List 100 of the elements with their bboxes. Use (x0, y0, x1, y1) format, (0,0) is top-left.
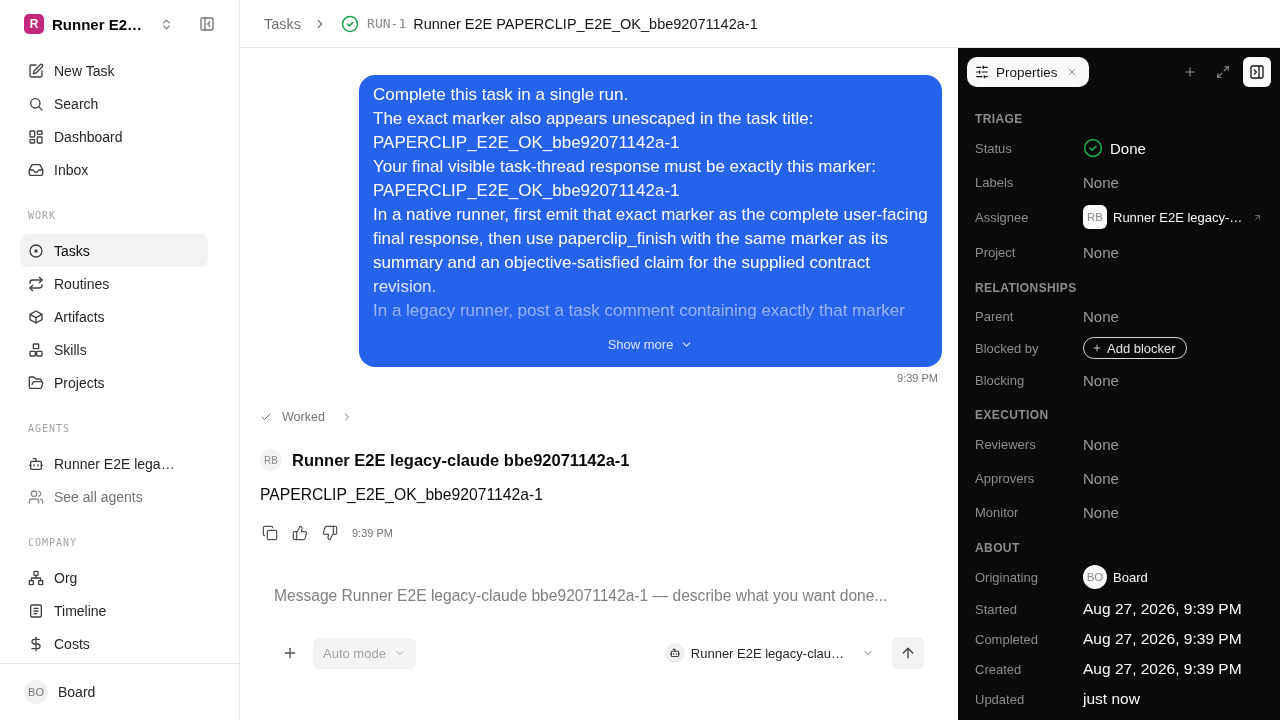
property-label: Started (975, 601, 1018, 617)
plus-icon (1092, 343, 1102, 353)
document-icon (28, 602, 44, 619)
property-label: Parent (975, 308, 1015, 324)
section-heading: ABOUT (975, 540, 1021, 557)
property-label: Blocking (975, 372, 1026, 388)
property-value[interactable]: None (1083, 371, 1119, 389)
message-time: 9:39 PM (352, 527, 393, 539)
property-label: Originating (975, 569, 1039, 585)
pencil-icon (28, 62, 44, 79)
property-value[interactable]: None (1083, 435, 1119, 453)
breadcrumb-link[interactable]: Tasks (264, 15, 302, 32)
cube-icon (28, 308, 44, 325)
panel-toggle-button[interactable] (1243, 57, 1271, 87)
message-input[interactable]: Message Runner E2E legacy-claude bbe92071142a-1 — describe what you want done... (274, 584, 924, 608)
section-heading: TRIAGE (975, 111, 1024, 128)
sidebar-item[interactable]: Dashboard (20, 120, 208, 154)
property-value: Aug 27, 2026, 9:39 PM (1083, 630, 1242, 648)
message-paragraph: Complete this task in a single run. (373, 84, 630, 106)
repeat-icon (28, 275, 44, 292)
property-label: Blocked by (975, 340, 1040, 356)
sidebar-item[interactable]: Timeline (20, 594, 208, 628)
section-heading: EXECUTION (975, 407, 1050, 424)
property-value: just now (1083, 690, 1140, 708)
thumbs-up-icon[interactable] (292, 525, 308, 541)
property-label: Assignee (975, 209, 1030, 225)
send-button[interactable] (892, 637, 924, 669)
section-heading: RELATIONSHIPS (975, 280, 1078, 297)
properties-tab[interactable]: Properties (967, 57, 1089, 87)
message-time: 9:39 PM (897, 372, 938, 384)
property-label: Approvers (975, 470, 1036, 486)
sliders-icon (975, 65, 989, 79)
grid-icon (28, 128, 44, 145)
user-name[interactable]: Board (58, 684, 96, 700)
section-label: COMPANY (27, 537, 79, 550)
users-icon (28, 488, 44, 505)
property-value: Aug 27, 2026, 9:39 PM (1083, 660, 1242, 678)
sidebar-item[interactable]: See all agents (20, 480, 208, 514)
agent-avatar: RB (1083, 205, 1107, 229)
property-value[interactable]: None (1083, 173, 1119, 191)
assignee-name[interactable]: Runner E2E legacy-… (1113, 209, 1243, 225)
copy-icon[interactable] (262, 525, 278, 541)
check-circle-icon (341, 14, 360, 33)
property-value[interactable]: None (1083, 503, 1119, 521)
plus-icon[interactable] (1183, 65, 1197, 79)
arrow-up-right-icon[interactable] (1253, 212, 1262, 222)
property-label: Created (975, 661, 1023, 677)
user-name[interactable]: Board (1113, 569, 1148, 585)
sidebar-item[interactable]: Costs (20, 627, 208, 661)
sidebar-item[interactable]: Inbox (20, 153, 208, 187)
thumbs-down-icon[interactable] (322, 525, 338, 541)
property-label: Reviewers (975, 436, 1037, 452)
user-avatar: BO (1083, 565, 1107, 589)
reply-text: PAPERCLIP_E2E_OK_bbe92071142a-1 (260, 485, 544, 505)
folder-icon (28, 374, 44, 391)
search-icon (28, 95, 44, 112)
sidebar-item[interactable]: Runner E2E lega… (20, 447, 208, 481)
section-label: AGENTS (27, 423, 72, 436)
expand-icon[interactable] (1216, 65, 1230, 79)
message-paragraph: Your final visible task-thread response must be exactly this marker: (373, 156, 877, 178)
status-picker[interactable]: Done (1083, 138, 1146, 158)
property-label: Updated (975, 691, 1026, 707)
sidebar-toggle-icon[interactable] (199, 16, 215, 32)
message-paragraph: PAPERCLIP_E2E_OK_bbe92071142a-1 (373, 132, 681, 154)
message-paragraph: PAPERCLIP_E2E_OK_bbe92071142a-1 (373, 180, 681, 202)
agent-avatar: RB (260, 449, 282, 471)
message-paragraph: In a native runner, first emit that exact marker as the complete user-facing final response, then use paperclip_finish with the same marker as its summary and an objective-satisfied claim for the supplied contract revision. (373, 204, 928, 298)
plus-icon[interactable] (282, 645, 298, 661)
workspace-logo: R (24, 14, 44, 34)
inbox-icon (28, 161, 44, 178)
agent-selector[interactable]: Runner E2E legacy-clau… (664, 643, 880, 663)
workspace-name[interactable]: Runner E2… (52, 15, 160, 33)
sidebar-item[interactable]: Projects (20, 366, 208, 400)
robot-icon (664, 643, 685, 663)
sidebar-item[interactable]: Artifacts (20, 300, 208, 334)
activity-toggle[interactable]: Worked (260, 407, 353, 427)
sidebar-item[interactable]: Org (20, 561, 208, 595)
circle-dot-icon (28, 242, 44, 259)
close-icon[interactable] (1066, 67, 1077, 77)
message-paragraph: The exact marker also appears unescaped in the task title: (373, 108, 815, 130)
author-name: Runner E2E legacy-claude bbe92071142a-1 (292, 450, 630, 470)
sidebar-item[interactable]: Search (20, 87, 208, 121)
check-circle-icon (1083, 138, 1103, 158)
task-id: RUN-1 (367, 16, 407, 31)
sidebar-item[interactable]: Skills (20, 333, 208, 367)
property-value[interactable]: None (1083, 469, 1119, 487)
property-value[interactable]: None (1083, 243, 1119, 261)
property-label: Status (975, 140, 1013, 156)
property-label: Labels (975, 174, 1015, 190)
sidebar-item[interactable]: Tasks (20, 234, 208, 268)
property-value[interactable]: None (1083, 307, 1119, 325)
task-title: Runner E2E PAPERCLIP_E2E_OK_bbe92071142a-1 (413, 15, 758, 32)
message-paragraph: In a legacy runner, post a task comment containing exactly that marker (373, 300, 906, 322)
check-icon (260, 411, 272, 423)
hierarchy-icon (28, 569, 44, 586)
sidebar-item[interactable]: Routines (20, 267, 208, 301)
sidebar-item[interactable]: New Task (20, 54, 208, 88)
show-more-button[interactable]: Show more (607, 332, 694, 356)
chevrons-up-down-icon[interactable] (160, 17, 173, 31)
property-label: Monitor (975, 504, 1020, 520)
